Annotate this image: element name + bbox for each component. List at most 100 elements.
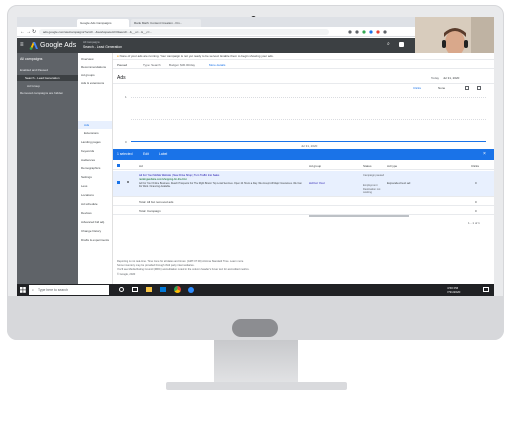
column-clicks[interactable]: Clicks	[471, 164, 479, 168]
chrome-icon[interactable]	[174, 286, 181, 293]
sidebar-item-adgroup[interactable]: Ad Group	[27, 84, 40, 88]
nav-item-drafts[interactable]: Drafts & experiments	[81, 238, 109, 242]
zoom-icon[interactable]	[188, 287, 194, 293]
browser-tab-active[interactable]: Google Ads Campaigns	[77, 19, 129, 27]
pagination: 1 - 1 of 1	[468, 221, 480, 225]
status-pill[interactable]: Paused	[117, 61, 127, 69]
cortana-icon[interactable]	[119, 287, 124, 292]
account-line-2[interactable]: Search - Lead Generation	[83, 45, 122, 49]
column-status[interactable]: Status	[363, 164, 372, 168]
total-clicks: 0	[475, 209, 477, 213]
divider	[113, 83, 494, 84]
column-adgroup[interactable]: Ad group	[309, 164, 321, 168]
column-adtype[interactable]: Ad type	[387, 164, 397, 168]
nav-item-devices[interactable]: Devices	[81, 211, 92, 215]
search-icon: ⌕	[32, 288, 34, 292]
nav-item-ad-groups[interactable]: Ad groups	[81, 73, 95, 77]
nav-item-keywords[interactable]: Keywords	[81, 149, 94, 153]
reports-icon[interactable]	[399, 42, 404, 47]
chart-axis-bottom: 0	[125, 140, 127, 144]
total-clicks: 0	[475, 200, 477, 204]
task-view-icon[interactable]	[132, 287, 138, 292]
store-icon[interactable]	[160, 287, 166, 292]
sidebar-item-label: Search - Lead Generation	[25, 76, 60, 80]
status-campaign-paused: Campaign paused	[363, 174, 385, 177]
nav-item-ad-schedule[interactable]: Ad schedule	[81, 202, 98, 206]
nav-item-overview[interactable]: Overview	[81, 57, 94, 61]
monitor-logo	[232, 319, 278, 337]
nav-item-locations[interactable]: Locations	[81, 193, 94, 197]
metric-selector-clicks[interactable]: Clicks	[413, 86, 421, 90]
total-row: Total: All but removed ads 0	[113, 198, 494, 206]
more-details-link[interactable]: More details	[209, 61, 225, 69]
reload-icon[interactable]: ↻	[32, 29, 36, 35]
nav-item-settings[interactable]: Settings	[81, 175, 92, 179]
nav-item-landing-pages[interactable]: Landing pages	[81, 140, 101, 144]
clock-date: 7/31/2020	[447, 290, 461, 294]
table-header: Ad Ad group Status Ad type Clicks	[113, 161, 494, 170]
taskbar-search[interactable]: ⌕ Type here to search	[29, 285, 109, 295]
nav-item-extensions[interactable]: Extensions	[84, 131, 99, 135]
browser-tab[interactable]: Rank Math: Content Creation - Fin...	[131, 19, 201, 27]
selection-bar: 1 selected Edit Label ×	[113, 149, 494, 160]
windows-taskbar: ⌕ Type here to search 4:50 PM 7/31/2020	[17, 284, 494, 296]
campaign-info-bar: Paused Type: Search Budget: $30.00/day M…	[113, 61, 494, 69]
total-label: Total: All but removed ads	[139, 200, 174, 204]
search-icon[interactable]: ⌕	[387, 41, 390, 47]
ad-headline[interactable]: Ad For Your Mobile Website | New Drive S…	[139, 174, 304, 177]
account-line-1: All Campaigns	[83, 41, 100, 44]
ad-group-link[interactable]: Ad For Your	[309, 181, 325, 185]
nav-item-audiences[interactable]: Audiences	[81, 158, 95, 162]
nav-item-ads-extensions[interactable]: Ads & extensions	[81, 81, 104, 85]
sidebar-item-campaign[interactable]: Search - Lead Generation	[17, 75, 78, 81]
sidebar-item-removed: Removed campaigns are hidden	[20, 91, 64, 95]
metric-selector-none[interactable]: None	[438, 86, 445, 90]
footer-mrc: You'll see Media Rating Council (MRC) ac…	[117, 268, 250, 271]
select-all-checkbox[interactable]	[117, 164, 120, 167]
main-content: ● None of your ads are running. Your cam…	[113, 53, 494, 284]
date-range-picker[interactable]: Jul 31, 2020	[443, 76, 459, 80]
chart-gridline	[131, 97, 486, 98]
date-label: Today	[431, 76, 440, 80]
column-ad[interactable]: Ad	[139, 164, 143, 168]
expand-icon[interactable]	[477, 86, 481, 90]
status-employment: Employment	[363, 184, 378, 187]
paused-status-icon	[127, 181, 129, 183]
close-icon[interactable]: ×	[483, 149, 486, 160]
edit-dropdown[interactable]: Edit	[143, 149, 149, 160]
chart-gridline	[131, 119, 486, 120]
chart-series-line	[131, 141, 486, 142]
nav-item-recommendations[interactable]: Recommendations	[81, 65, 106, 69]
nav-item-ads[interactable]: Ads	[84, 123, 89, 127]
label-dropdown[interactable]: Label	[159, 149, 167, 160]
nav-item-demographics[interactable]: Demographics	[81, 166, 100, 170]
url-input[interactable]: ads.google.com/aw/campaigns?ocid=...&wor…	[39, 29, 329, 35]
table-row[interactable]: Ad For Your Mobile Website | New Drive S…	[113, 171, 494, 197]
total-label: Total: Campaign	[139, 209, 161, 213]
notification-icon[interactable]	[483, 287, 489, 292]
campaign-type: Type: Search	[143, 63, 161, 67]
monitor-stand-base	[166, 382, 347, 390]
nav-item-change-history[interactable]: Change history	[81, 229, 101, 233]
nav-item-less[interactable]: Less	[81, 184, 87, 188]
sidebar-item-filter[interactable]: Enabled and Paused	[20, 68, 48, 72]
windows-start-icon[interactable]	[20, 287, 26, 294]
forward-icon[interactable]: →	[26, 29, 31, 35]
warning-icon: ●	[117, 54, 119, 58]
taskbar-search-placeholder: Type here to search	[38, 288, 68, 292]
footer-inventory: Some inventory may be provided through t…	[117, 264, 195, 267]
sidebar-title[interactable]: All campaigns	[20, 57, 42, 61]
segment-icon[interactable]	[465, 86, 469, 90]
horizontal-scrollbar[interactable]	[309, 215, 409, 217]
nav-item-advanced-bid[interactable]: Advanced bid adj.	[81, 220, 105, 224]
row-checkbox[interactable]	[117, 181, 120, 184]
monitor-stand-neck	[214, 340, 298, 384]
back-icon[interactable]: ←	[20, 29, 25, 35]
selection-count: 1 selected	[117, 152, 133, 156]
ad-clicks: 0	[475, 181, 477, 185]
notice-text: None of your ads are running. Your campa…	[119, 54, 274, 58]
file-explorer-icon[interactable]	[146, 287, 152, 292]
tab-label: Rank Math: Content Creation - Fin...	[134, 21, 183, 25]
menu-icon[interactable]: ≡	[20, 42, 24, 49]
status-destination: Destination not working	[363, 188, 381, 194]
